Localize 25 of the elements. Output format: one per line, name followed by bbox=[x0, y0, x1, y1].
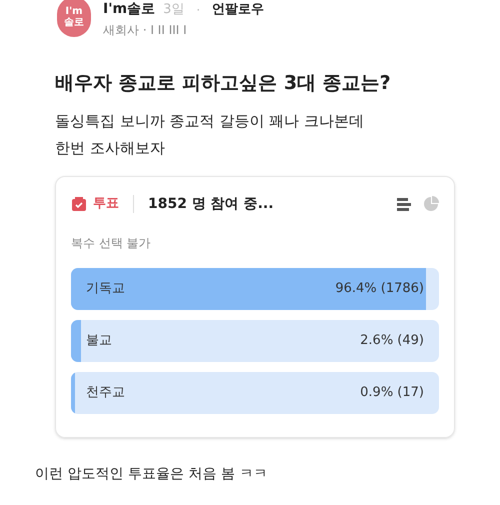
company-text: 새회사 · I II III I bbox=[103, 22, 188, 39]
avatar-text: 솔로 bbox=[64, 18, 84, 28]
poll-label: 투표 bbox=[93, 195, 119, 214]
participant-count: 1852 명 참여 중... bbox=[148, 194, 274, 214]
body-text: 돌싱특집 보니까 종교적 갈등이 꽤나 크나본데 bbox=[55, 110, 365, 132]
option-result: 2.6% (49) bbox=[360, 332, 424, 350]
poll-option[interactable]: 불교 2.6% (49) bbox=[71, 320, 439, 362]
option-label: 기독교 bbox=[86, 280, 125, 298]
avatar-text: I'm bbox=[65, 6, 83, 16]
comment-text: 이런 압도적인 투표율은 처음 봄 ㅋㅋ bbox=[35, 464, 268, 484]
post-time: 3일 bbox=[163, 0, 184, 19]
bar-list-icon[interactable] bbox=[397, 197, 411, 211]
option-label: 천주교 bbox=[86, 384, 125, 402]
poll-option[interactable]: 천주교 0.9% (17) bbox=[71, 372, 439, 414]
author-name[interactable]: I'm솔로 bbox=[103, 0, 156, 20]
separator: · bbox=[196, 2, 200, 18]
option-label: 불교 bbox=[86, 332, 112, 350]
poll-note: 복수 선택 불가 bbox=[71, 234, 152, 252]
post-title: 배우자 종교로 피하고싶은 3대 종교는? bbox=[55, 71, 392, 96]
body-text: 한번 조사해보자 bbox=[55, 138, 166, 159]
option-result: 96.4% (1786) bbox=[335, 280, 424, 298]
option-result: 0.9% (17) bbox=[360, 384, 424, 402]
poll-option[interactable]: 기독교 96.4% (1786) bbox=[71, 268, 439, 310]
ballot-box-icon bbox=[71, 196, 87, 212]
unfollow-button[interactable]: 언팔로우 bbox=[212, 0, 264, 20]
